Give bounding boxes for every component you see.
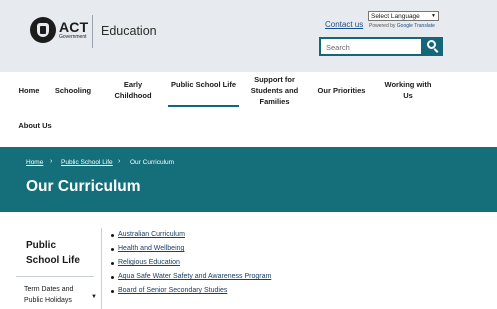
list-bullet — [111, 276, 114, 279]
link-board-of-senior-secondary-studies[interactable]: Board of Senior Secondary Studies — [118, 287, 227, 294]
nav-about-us[interactable]: About Us — [18, 120, 52, 131]
nav-our-priorities[interactable]: Our Priorities — [315, 85, 368, 96]
logo-government-text: Government — [59, 34, 87, 40]
act-government-logo[interactable]: ACT Government — [30, 17, 88, 43]
header-divider — [92, 15, 93, 48]
breadcrumb-public-school-life[interactable]: Public School Life — [61, 159, 113, 166]
nav-home[interactable]: Home — [18, 85, 40, 96]
search-button[interactable] — [422, 37, 443, 56]
nav-early-childhood[interactable]: Early Childhood — [110, 79, 156, 101]
link-health-and-wellbeing[interactable]: Health and Wellbeing — [118, 245, 184, 252]
chevron-down-icon: ▼ — [431, 13, 436, 19]
nav-active-indicator — [168, 105, 239, 107]
search-input[interactable]: Search — [319, 37, 423, 56]
list-bullet — [111, 290, 114, 293]
chevron-right-icon: › — [50, 158, 53, 165]
list-bullet — [111, 262, 114, 265]
list-bullet — [111, 248, 114, 251]
nav-working-with-us[interactable]: Working with Us — [382, 79, 434, 101]
act-crest-icon — [30, 17, 56, 43]
caret-down-icon[interactable]: ▼ — [91, 294, 97, 300]
list-bullet — [111, 234, 114, 237]
logo-act-text: ACT — [59, 19, 89, 35]
page-title: Our Curriculum — [26, 178, 141, 195]
contact-us-link[interactable]: Contact us — [325, 20, 363, 29]
chevron-right-icon: › — [118, 158, 121, 165]
link-australian-curriculum[interactable]: Australian Curriculum — [118, 231, 185, 238]
sidebar-title[interactable]: Public School Life — [26, 238, 88, 268]
powered-by-google-translate: Powered by Google Translate — [369, 23, 435, 29]
nav-schooling[interactable]: Schooling — [54, 85, 92, 96]
breadcrumb-current: Our Curriculum — [130, 159, 175, 166]
site-name[interactable]: Education — [101, 24, 157, 38]
link-religious-education[interactable]: Religious Education — [118, 259, 180, 266]
nav-public-school-life[interactable]: Public School Life — [170, 79, 237, 90]
sidebar-item-term-dates[interactable]: Term Dates and Public Holidays — [24, 284, 86, 306]
sidebar-divider — [16, 276, 94, 277]
content-separator — [101, 228, 102, 309]
language-select[interactable]: Select Language ▼ — [368, 11, 439, 21]
breadcrumb-home[interactable]: Home — [26, 159, 43, 166]
link-aqua-safe[interactable]: Aqua Safe Water Safety and Awareness Pro… — [118, 273, 271, 280]
google-translate-link[interactable]: Google Translate — [397, 23, 435, 29]
nav-support-for-students-and-families[interactable]: Support for Students and Families — [249, 74, 300, 107]
language-select-value: Select Language — [371, 12, 420, 20]
